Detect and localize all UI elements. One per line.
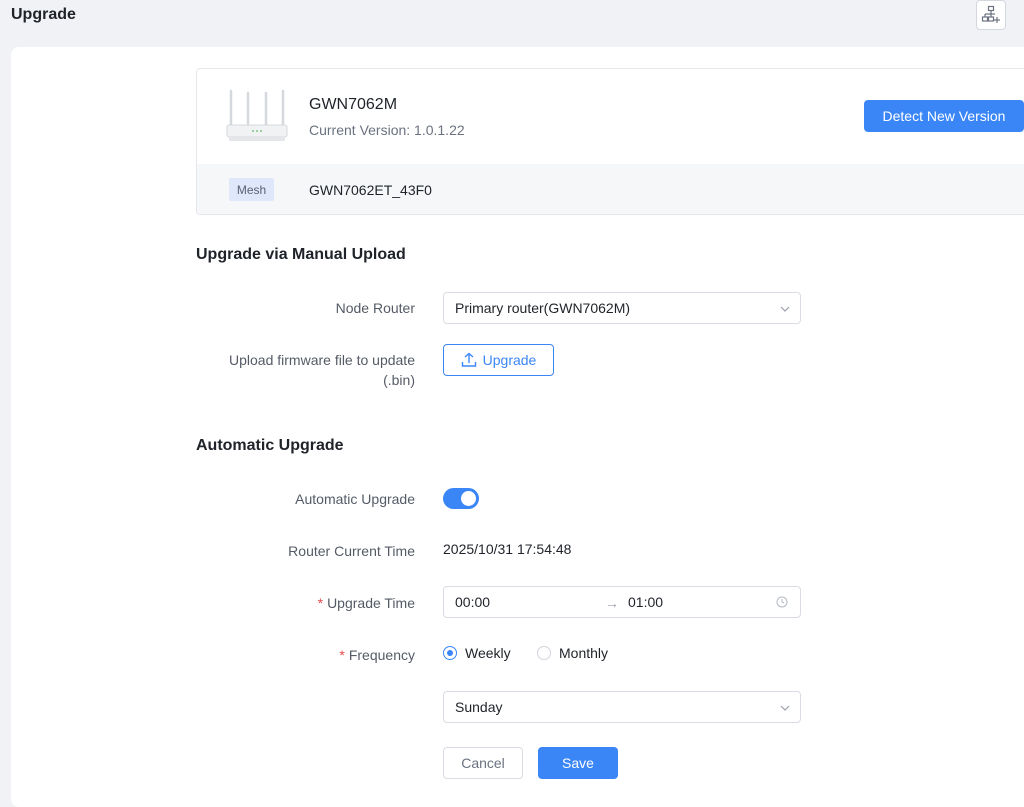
upgrade-time-start[interactable]: 00:00 [455,594,490,610]
device-card: GWN7062M Current Version: 1.0.1.22 Detec… [196,68,1024,215]
cancel-button[interactable]: Cancel [443,747,523,779]
mesh-node-name: GWN7062ET_43F0 [309,182,432,198]
day-value: Sunday [455,699,503,715]
upload-icon [461,352,476,367]
radio-checked-icon [443,646,457,660]
device-model: GWN7062M [309,96,398,113]
frequency-label: * Frequency [339,647,415,663]
router-current-time-value: 2025/10/31 17:54:48 [443,541,572,557]
auto-upgrade-toggle[interactable] [443,488,479,509]
day-select[interactable]: Sunday [443,691,801,723]
upgrade-time-end[interactable]: 01:00 [628,594,663,610]
clock-icon [776,596,788,608]
range-arrow-icon: → [605,595,619,611]
router-current-time-label: Router Current Time [288,543,415,559]
chevron-down-icon [780,705,790,711]
current-version: Current Version: 1.0.1.22 [309,122,465,138]
upgrade-time-range-picker[interactable]: 00:00 → 01:00 [443,586,801,618]
node-router-value: Primary router(GWN7062M) [455,300,631,316]
frequency-monthly-radio[interactable]: Monthly [537,645,608,661]
page-title: Upgrade [11,6,76,23]
upload-button-label: Upgrade [482,352,537,368]
network-topology-add-icon [981,5,1000,23]
node-router-select[interactable]: Primary router(GWN7062M) [443,292,801,324]
save-button[interactable]: Save [538,747,618,779]
upload-firmware-button[interactable]: Upgrade [443,344,554,376]
detect-new-version-button[interactable]: Detect New Version [864,100,1024,132]
toggle-knob [461,491,476,506]
upgrade-time-label: * Upgrade Time [317,595,415,611]
automatic-upgrade-title: Automatic Upgrade [196,437,344,454]
manual-upload-title: Upgrade via Manual Upload [196,246,406,263]
frequency-weekly-radio[interactable]: Weekly [443,645,511,661]
chevron-down-icon [780,306,790,312]
required-mark: * [317,595,324,611]
upload-firmware-label: Upload firmware file to update (.bin) [229,352,415,388]
radio-unchecked-icon [537,646,551,660]
router-image [226,89,288,141]
mesh-tag: Mesh [229,178,274,201]
topology-button[interactable] [976,0,1006,30]
auto-upgrade-toggle-label: Automatic Upgrade [295,491,415,507]
node-router-label: Node Router [335,300,415,316]
required-mark: * [339,647,345,663]
